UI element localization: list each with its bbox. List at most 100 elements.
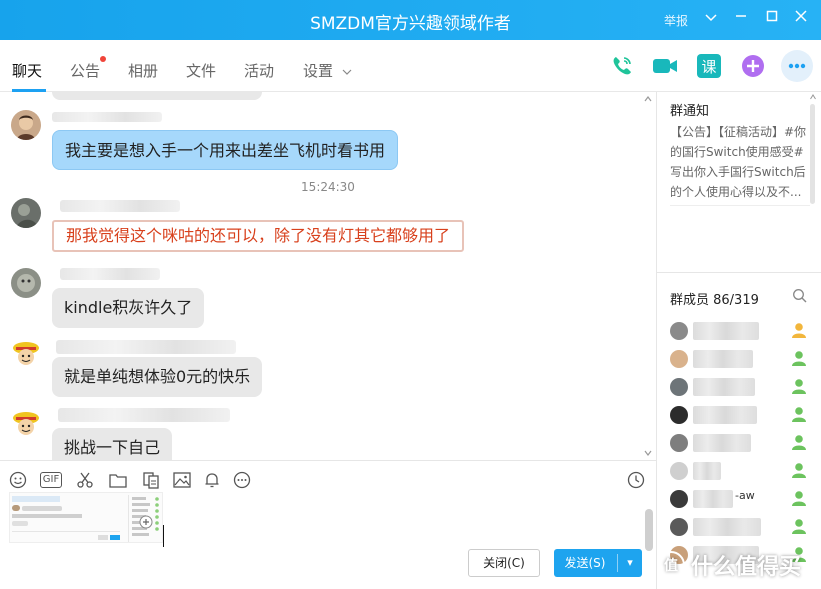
- admin-user-icon: [790, 349, 808, 367]
- scissors-icon[interactable]: [74, 469, 96, 491]
- message-timestamp: 15:24:30: [301, 180, 355, 194]
- avatar[interactable]: [11, 268, 41, 298]
- history-clock-icon[interactable]: [625, 469, 647, 491]
- sender-name-blurred: [56, 340, 236, 354]
- admin-user-icon: [790, 433, 808, 451]
- chevron-down-icon[interactable]: [702, 10, 720, 28]
- member-item[interactable]: [657, 345, 821, 373]
- admin-user-icon: [790, 489, 808, 507]
- member-avatar: [670, 322, 688, 340]
- member-item[interactable]: [657, 401, 821, 429]
- input-scrollbar-thumb[interactable]: [645, 509, 653, 551]
- avatar[interactable]: [11, 338, 41, 368]
- avatar[interactable]: [11, 110, 41, 140]
- member-name-blurred: [693, 490, 733, 508]
- chat-scrollbar[interactable]: [644, 96, 652, 456]
- minimize-icon[interactable]: [732, 10, 750, 28]
- maximize-icon[interactable]: [763, 10, 781, 28]
- member-avatar: [670, 434, 688, 452]
- watermark-text: 什么值得买: [691, 555, 802, 580]
- tab-activities[interactable]: 活动: [244, 60, 274, 81]
- member-name-blurred: [693, 406, 757, 424]
- sender-name-blurred: [60, 200, 180, 212]
- group-notice-title: 群通知: [670, 104, 710, 119]
- add-app-icon[interactable]: [740, 53, 766, 79]
- window-title: SMZDM官方兴趣领域作者: [310, 14, 511, 34]
- right-panel: 群通知 【公告】【征稿活动】#你的国行Switch使用感受#写出你入手国行Swi…: [656, 92, 821, 589]
- more-icon[interactable]: [781, 50, 813, 82]
- group-notice-body[interactable]: 【公告】【征稿活动】#你的国行Switch使用感受#写出你入手国行Switch后…: [670, 122, 810, 202]
- member-name-blurred: [693, 322, 759, 340]
- chat-messages[interactable]: 我主要是想入手一个用来出差坐飞机时看书用 15:24:30 那我觉得这个咪咕的还…: [0, 92, 656, 460]
- more-circle-icon[interactable]: [231, 469, 253, 491]
- notice-divider: [670, 205, 810, 206]
- folder-icon[interactable]: [107, 469, 129, 491]
- message-bubble-partial: [52, 92, 262, 100]
- members-count-title: 群成员 86/319: [670, 293, 759, 308]
- member-name-blurred: [693, 518, 761, 536]
- member-avatar: [670, 406, 688, 424]
- scroll-thumb[interactable]: [810, 104, 815, 204]
- emoji-icon[interactable]: [7, 469, 29, 491]
- tab-settings[interactable]: 设置: [303, 60, 352, 81]
- admin-user-icon: [790, 405, 808, 423]
- text-caret: [163, 525, 164, 547]
- avatar[interactable]: [11, 198, 41, 228]
- report-link[interactable]: 举报: [664, 12, 688, 29]
- member-item[interactable]: [657, 373, 821, 401]
- panel-divider: [657, 272, 821, 273]
- sender-name-blurred: [60, 268, 160, 280]
- member-name-fragment: -aw: [735, 489, 755, 502]
- title-bar: SMZDM官方兴趣领域作者 举报: [0, 0, 821, 40]
- gif-icon[interactable]: GIF: [38, 469, 64, 491]
- chevron-down-icon: [342, 69, 352, 75]
- tab-settings-label: 设置: [303, 62, 334, 80]
- tab-announcement[interactable]: 公告: [70, 60, 100, 81]
- tab-files[interactable]: 文件: [186, 60, 216, 81]
- sender-name-blurred: [58, 408, 230, 422]
- member-item[interactable]: -aw: [657, 485, 821, 513]
- video-icon[interactable]: [652, 53, 678, 79]
- admin-user-icon: [790, 517, 808, 535]
- tab-album[interactable]: 相册: [128, 60, 158, 81]
- search-icon[interactable]: [792, 288, 808, 304]
- send-button[interactable]: 发送(S) ▾: [554, 549, 642, 577]
- send-options-dropdown[interactable]: ▾: [620, 549, 640, 577]
- phone-icon[interactable]: [609, 53, 635, 79]
- send-button-separator: [617, 554, 618, 572]
- pasted-image-thumbnail[interactable]: [9, 492, 163, 543]
- watermark-logo: 值: [657, 551, 685, 579]
- member-item[interactable]: [657, 457, 821, 485]
- close-button[interactable]: 关闭(C): [468, 549, 540, 577]
- send-button-label: 发送(S): [564, 556, 606, 570]
- picture-icon[interactable]: [171, 469, 193, 491]
- member-name-blurred: [693, 378, 755, 396]
- member-avatar: [670, 518, 688, 536]
- member-avatar: [670, 350, 688, 368]
- member-avatar: [670, 490, 688, 508]
- member-avatar: [670, 462, 688, 480]
- admin-user-icon: [790, 377, 808, 395]
- message-bubble: 挑战一下自己: [52, 428, 173, 460]
- member-item[interactable]: [657, 513, 821, 541]
- member-item[interactable]: [657, 429, 821, 457]
- member-item[interactable]: [657, 317, 821, 345]
- message-bubble: 那我觉得这个咪咕的还可以，除了没有灯其它都够用了: [52, 220, 465, 252]
- bell-icon[interactable]: [201, 469, 223, 491]
- close-icon[interactable]: [792, 10, 810, 28]
- message-input-area[interactable]: GIF 关闭(C) 发送(S) ▾: [0, 460, 656, 589]
- tab-chat[interactable]: 聊天: [12, 60, 42, 81]
- message-bubble: 就是单纯想体验0元的快乐: [52, 357, 263, 397]
- site-watermark: 值 什么值得买: [655, 545, 821, 585]
- owner-user-icon: [790, 321, 808, 339]
- admin-user-icon: [790, 461, 808, 479]
- unread-dot: [100, 56, 106, 62]
- course-icon[interactable]: 课: [697, 54, 721, 78]
- gif-label: GIF: [39, 472, 63, 488]
- message-bubble: kindle积灰许久了: [52, 288, 205, 328]
- image-file-icon[interactable]: [140, 469, 162, 491]
- avatar[interactable]: [11, 408, 41, 438]
- sender-name-blurred: [52, 112, 162, 122]
- message-bubble: 我主要是想入手一个用来出差坐飞机时看书用: [52, 130, 399, 170]
- member-name-blurred: [693, 350, 753, 368]
